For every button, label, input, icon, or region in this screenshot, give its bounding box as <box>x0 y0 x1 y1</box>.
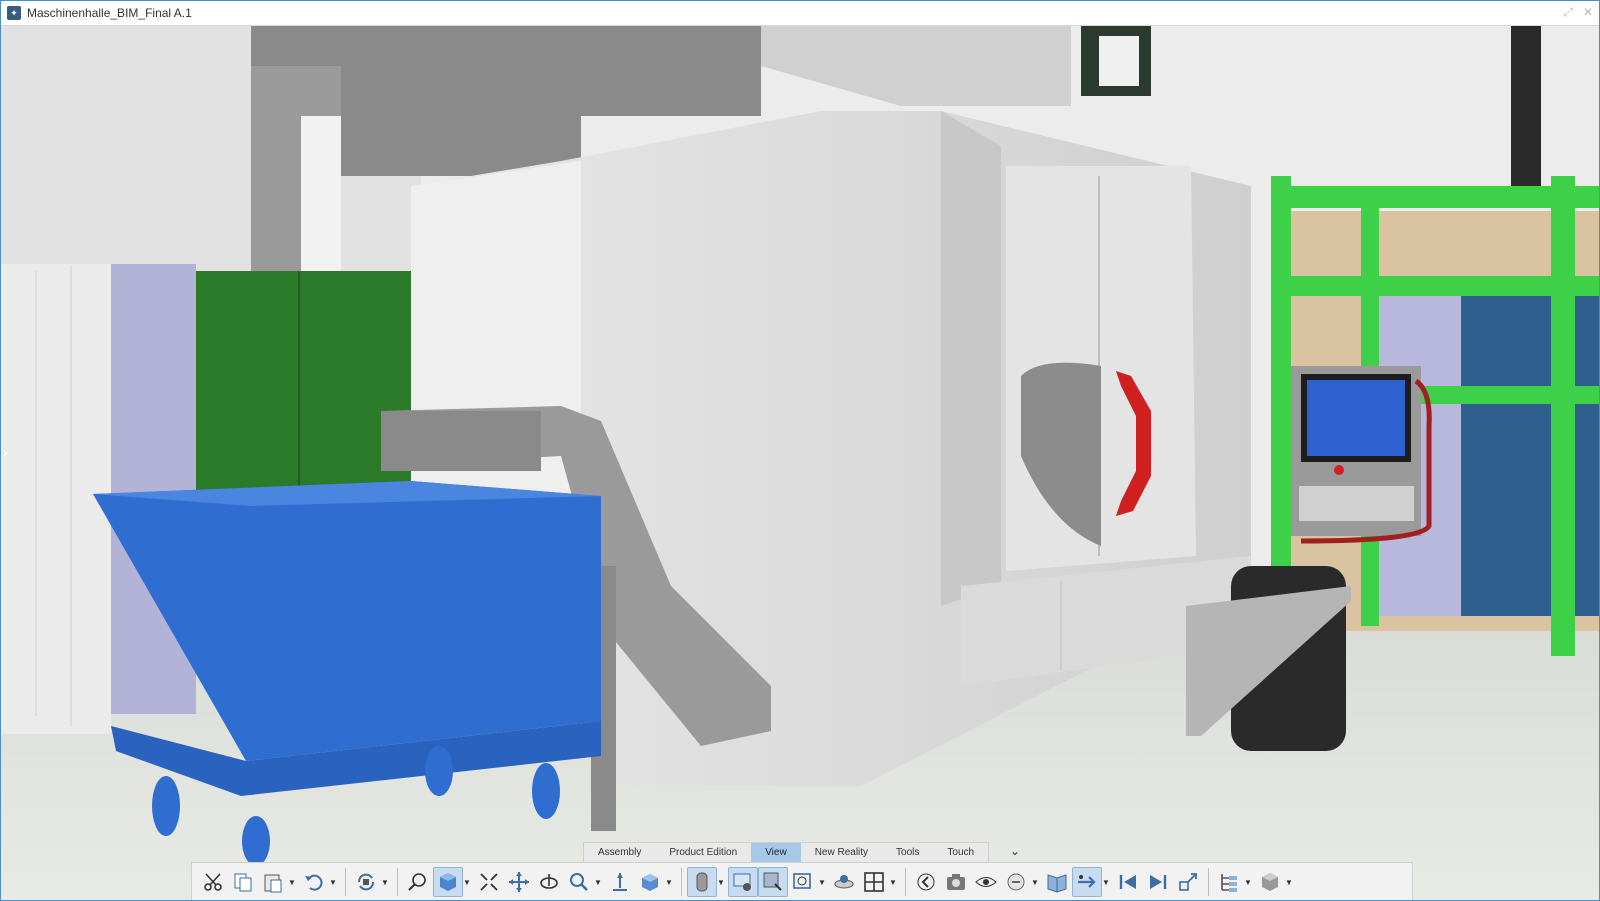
blue-cabinet <box>1461 296 1599 616</box>
control-screen <box>1307 380 1405 456</box>
application-window: ✦ Maschinenhalle_BIM_Final A.1 ⤢ ✕ › Ass… <box>0 0 1600 901</box>
view-cube-dropdown-icon[interactable]: ▼ <box>463 878 471 887</box>
ribbon-tabs: Assembly Product Edition View New Realit… <box>583 842 990 863</box>
look-at-icon[interactable] <box>971 867 1001 897</box>
undo-dropdown-icon[interactable]: ▼ <box>329 878 337 887</box>
action-bar: ▼ ▼ ▼ ▼ ▼ ▼ ▼ ▼ ▼ ▼ ▼ ▼ ▼ <box>191 862 1413 900</box>
factory-scene <box>1 26 1599 900</box>
separator <box>345 868 346 896</box>
object-icon[interactable] <box>1255 867 1285 897</box>
render-style-dropdown-icon[interactable]: ▼ <box>717 878 725 887</box>
iso-view-icon[interactable] <box>635 867 665 897</box>
iso-view-dropdown-icon[interactable]: ▼ <box>665 878 673 887</box>
tab-new-reality[interactable]: New Reality <box>801 843 882 863</box>
last-frame-icon[interactable] <box>1143 867 1173 897</box>
render-style-icon[interactable] <box>687 867 717 897</box>
3d-viewport[interactable]: › <box>1 26 1599 900</box>
lens-icon[interactable] <box>829 867 859 897</box>
view-cube-icon[interactable] <box>433 867 463 897</box>
tab-view[interactable]: View <box>751 843 801 863</box>
paste-dropdown-icon[interactable]: ▼ <box>288 878 296 887</box>
window-title: Maschinenhalle_BIM_Final A.1 <box>27 6 192 20</box>
normal-view-icon[interactable] <box>605 867 635 897</box>
window-controls: ⤢ ✕ <box>1563 5 1593 20</box>
camera-icon[interactable] <box>941 867 971 897</box>
paste-icon[interactable] <box>258 867 288 897</box>
fly-icon[interactable] <box>1072 867 1102 897</box>
white-lockers <box>1 264 111 734</box>
rotate-icon[interactable] <box>534 867 564 897</box>
undo-icon[interactable] <box>299 867 329 897</box>
tab-assembly[interactable]: Assembly <box>584 843 655 863</box>
side-panel-expand-icon[interactable]: › <box>3 444 17 462</box>
zoom-icon[interactable] <box>564 867 594 897</box>
zoom-area-icon[interactable] <box>403 867 433 897</box>
tab-touch[interactable]: Touch <box>933 843 988 863</box>
explode-icon[interactable] <box>1173 867 1203 897</box>
title-bar: ✦ Maschinenhalle_BIM_Final A.1 ⤢ ✕ <box>1 1 1599 26</box>
separator <box>681 868 682 896</box>
walk-dropdown-icon[interactable]: ▼ <box>1031 878 1039 887</box>
layout-dropdown-icon[interactable]: ▼ <box>889 878 897 887</box>
separator <box>1208 868 1209 896</box>
layout-icon[interactable] <box>859 867 889 897</box>
object-dropdown-icon[interactable]: ▼ <box>1285 878 1293 887</box>
capture-icon[interactable] <box>788 867 818 897</box>
tree-icon[interactable] <box>1214 867 1244 897</box>
fit-all-icon[interactable] <box>474 867 504 897</box>
tree-dropdown-icon[interactable]: ▼ <box>1244 878 1252 887</box>
copy-icon[interactable] <box>228 867 258 897</box>
shading-icon[interactable] <box>758 867 788 897</box>
separator <box>397 868 398 896</box>
tabs-more-chevron-icon[interactable]: ⌄ <box>1007 844 1023 860</box>
zoom-dropdown-icon[interactable]: ▼ <box>594 878 602 887</box>
cart-wheel <box>152 776 180 836</box>
refresh-dropdown-icon[interactable]: ▼ <box>381 878 389 887</box>
maximize-icon[interactable]: ⤢ <box>1563 5 1573 20</box>
capture-dropdown-icon[interactable]: ▼ <box>818 878 826 887</box>
cut-icon[interactable] <box>198 867 228 897</box>
fly-dropdown-icon[interactable]: ▼ <box>1102 878 1110 887</box>
tab-product-edition[interactable]: Product Edition <box>655 843 751 863</box>
previous-icon[interactable] <box>911 867 941 897</box>
ambient-occlusion-icon[interactable] <box>728 867 758 897</box>
first-frame-icon[interactable] <box>1113 867 1143 897</box>
app-logo-icon: ✦ <box>7 6 21 20</box>
book-icon[interactable] <box>1042 867 1072 897</box>
walk-icon[interactable] <box>1001 867 1031 897</box>
tab-tools[interactable]: Tools <box>882 843 933 863</box>
separator <box>905 868 906 896</box>
pan-icon[interactable] <box>504 867 534 897</box>
refresh-icon[interactable] <box>351 867 381 897</box>
close-icon[interactable]: ✕ <box>1583 5 1593 20</box>
